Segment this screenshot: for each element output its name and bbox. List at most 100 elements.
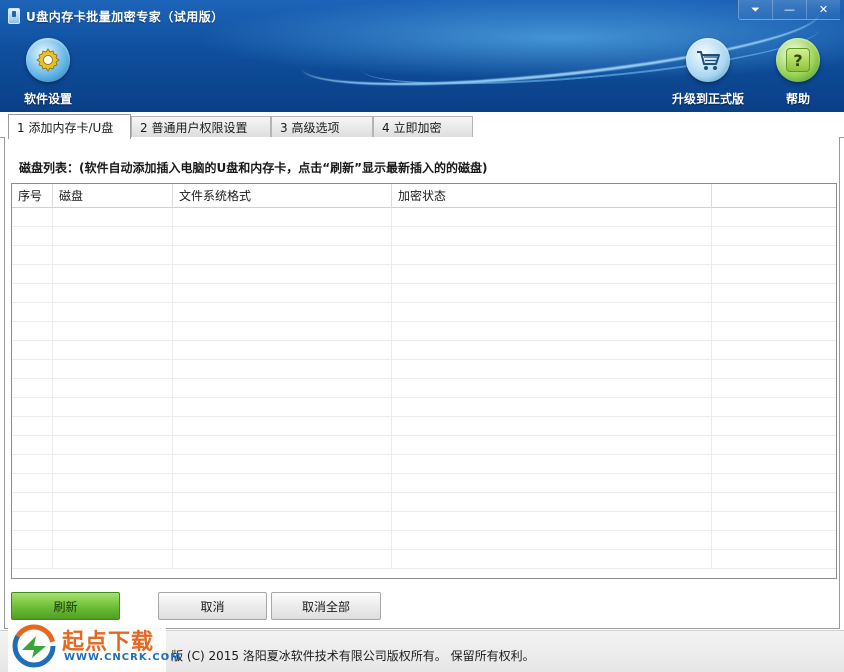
table-cell	[392, 265, 712, 284]
table-row-empty	[12, 417, 836, 436]
table-cell	[712, 360, 836, 379]
help-button[interactable]: ? 帮助	[776, 38, 820, 107]
table-row-empty	[12, 360, 836, 379]
table-cell	[712, 550, 836, 569]
table-cell	[173, 417, 392, 436]
refresh-button[interactable]: 刷新	[11, 592, 120, 620]
table-row-empty	[12, 246, 836, 265]
table-cell	[173, 303, 392, 322]
table-cell	[392, 493, 712, 512]
table-cell	[392, 474, 712, 493]
column-header-filesystem[interactable]: 文件系统格式	[173, 184, 392, 208]
table-cell	[392, 208, 712, 227]
upgrade-label: 升级到正式版	[672, 92, 745, 106]
table-cell	[12, 474, 53, 493]
table-cell	[53, 493, 173, 512]
table-cell	[53, 455, 173, 474]
table-cell	[392, 227, 712, 246]
table-cell	[12, 284, 53, 303]
table-cell	[712, 512, 836, 531]
disk-table[interactable]: 序号 磁盘 文件系统格式 加密状态	[11, 183, 837, 579]
table-cell	[53, 398, 173, 417]
help-question-mark: ?	[786, 48, 810, 72]
tab-label: 4 立即加密	[382, 121, 442, 135]
table-cell	[53, 227, 173, 246]
table-cell	[392, 436, 712, 455]
table-cell	[53, 322, 173, 341]
table-cell	[53, 474, 173, 493]
table-cell	[712, 455, 836, 474]
column-header-encryption-status[interactable]: 加密状态	[392, 184, 712, 208]
table-cell	[173, 246, 392, 265]
table-cell	[53, 436, 173, 455]
table-row-empty	[12, 493, 836, 512]
table-cell	[392, 379, 712, 398]
close-button[interactable]: ✕	[806, 0, 840, 20]
table-cell	[392, 341, 712, 360]
tab-encrypt-now[interactable]: 4 立即加密	[373, 116, 473, 138]
table-cell	[712, 379, 836, 398]
window-controls: ⏷ — ✕	[738, 0, 840, 20]
tab-user-permissions[interactable]: 2 普通用户权限设置	[131, 116, 271, 138]
column-header-index[interactable]: 序号	[12, 184, 53, 208]
app-header: U盘内存卡批量加密专家（试用版） ⏷ — ✕ 软件设置 升级到正式版 ? 帮助	[0, 0, 844, 112]
table-cell	[392, 303, 712, 322]
cancel-button[interactable]: 取消	[158, 592, 267, 620]
table-cell	[12, 436, 53, 455]
menu-dropdown-button[interactable]: ⏷	[738, 0, 772, 20]
table-cell	[12, 531, 53, 550]
title-bar: U盘内存卡批量加密专家（试用版）	[8, 6, 224, 26]
table-cell	[712, 341, 836, 360]
table-cell	[173, 455, 392, 474]
upgrade-button[interactable]: 升级到正式版	[672, 38, 744, 107]
table-cell	[712, 246, 836, 265]
tab-label: 2 普通用户权限设置	[140, 121, 248, 135]
table-row-empty	[12, 322, 836, 341]
cncrk-logo-icon	[12, 624, 56, 668]
table-cell	[173, 398, 392, 417]
table-cell	[712, 284, 836, 303]
table-cell	[392, 360, 712, 379]
table-cell	[392, 284, 712, 303]
table-cell	[173, 265, 392, 284]
table-cell	[392, 550, 712, 569]
help-icon: ?	[776, 38, 820, 82]
column-header-filler	[712, 184, 836, 208]
watermark-logo: 起点下载 WWW.CNCRK.COM	[8, 620, 180, 672]
cancel-all-button[interactable]: 取消全部	[271, 592, 381, 620]
table-cell	[712, 227, 836, 246]
tab-add-card[interactable]: 1 添加内存卡/U盘	[8, 114, 131, 139]
table-cell	[392, 455, 712, 474]
tab-label: 3 高级选项	[280, 121, 340, 135]
table-cell	[12, 227, 53, 246]
table-cell	[53, 360, 173, 379]
column-header-disk[interactable]: 磁盘	[53, 184, 173, 208]
table-row-empty	[12, 512, 836, 531]
table-cell	[12, 303, 53, 322]
table-cell	[392, 246, 712, 265]
table-cell	[53, 208, 173, 227]
tab-advanced-options[interactable]: 3 高级选项	[271, 116, 373, 138]
table-cell	[712, 303, 836, 322]
table-cell	[173, 531, 392, 550]
shopping-cart-icon	[686, 38, 730, 82]
window-title: U盘内存卡批量加密专家（试用版）	[26, 9, 224, 24]
settings-button[interactable]: 软件设置	[24, 38, 72, 107]
table-row-empty	[12, 284, 836, 303]
table-cell	[12, 341, 53, 360]
gear-icon-svg	[36, 48, 60, 72]
table-cell	[53, 246, 173, 265]
shopping-cart-icon-svg	[697, 51, 720, 70]
table-cell	[12, 322, 53, 341]
table-cell	[173, 360, 392, 379]
watermark-url: WWW.CNCRK.COM	[64, 652, 182, 663]
table-cell	[53, 303, 173, 322]
table-cell	[392, 322, 712, 341]
tab-strip: 1 添加内存卡/U盘 2 普通用户权限设置 3 高级选项 4 立即加密	[0, 112, 844, 139]
gear-icon	[26, 38, 70, 82]
table-cell	[12, 455, 53, 474]
table-row-empty	[12, 227, 836, 246]
table-cell	[173, 208, 392, 227]
minimize-button[interactable]: —	[772, 0, 806, 20]
settings-label: 软件设置	[24, 92, 73, 106]
